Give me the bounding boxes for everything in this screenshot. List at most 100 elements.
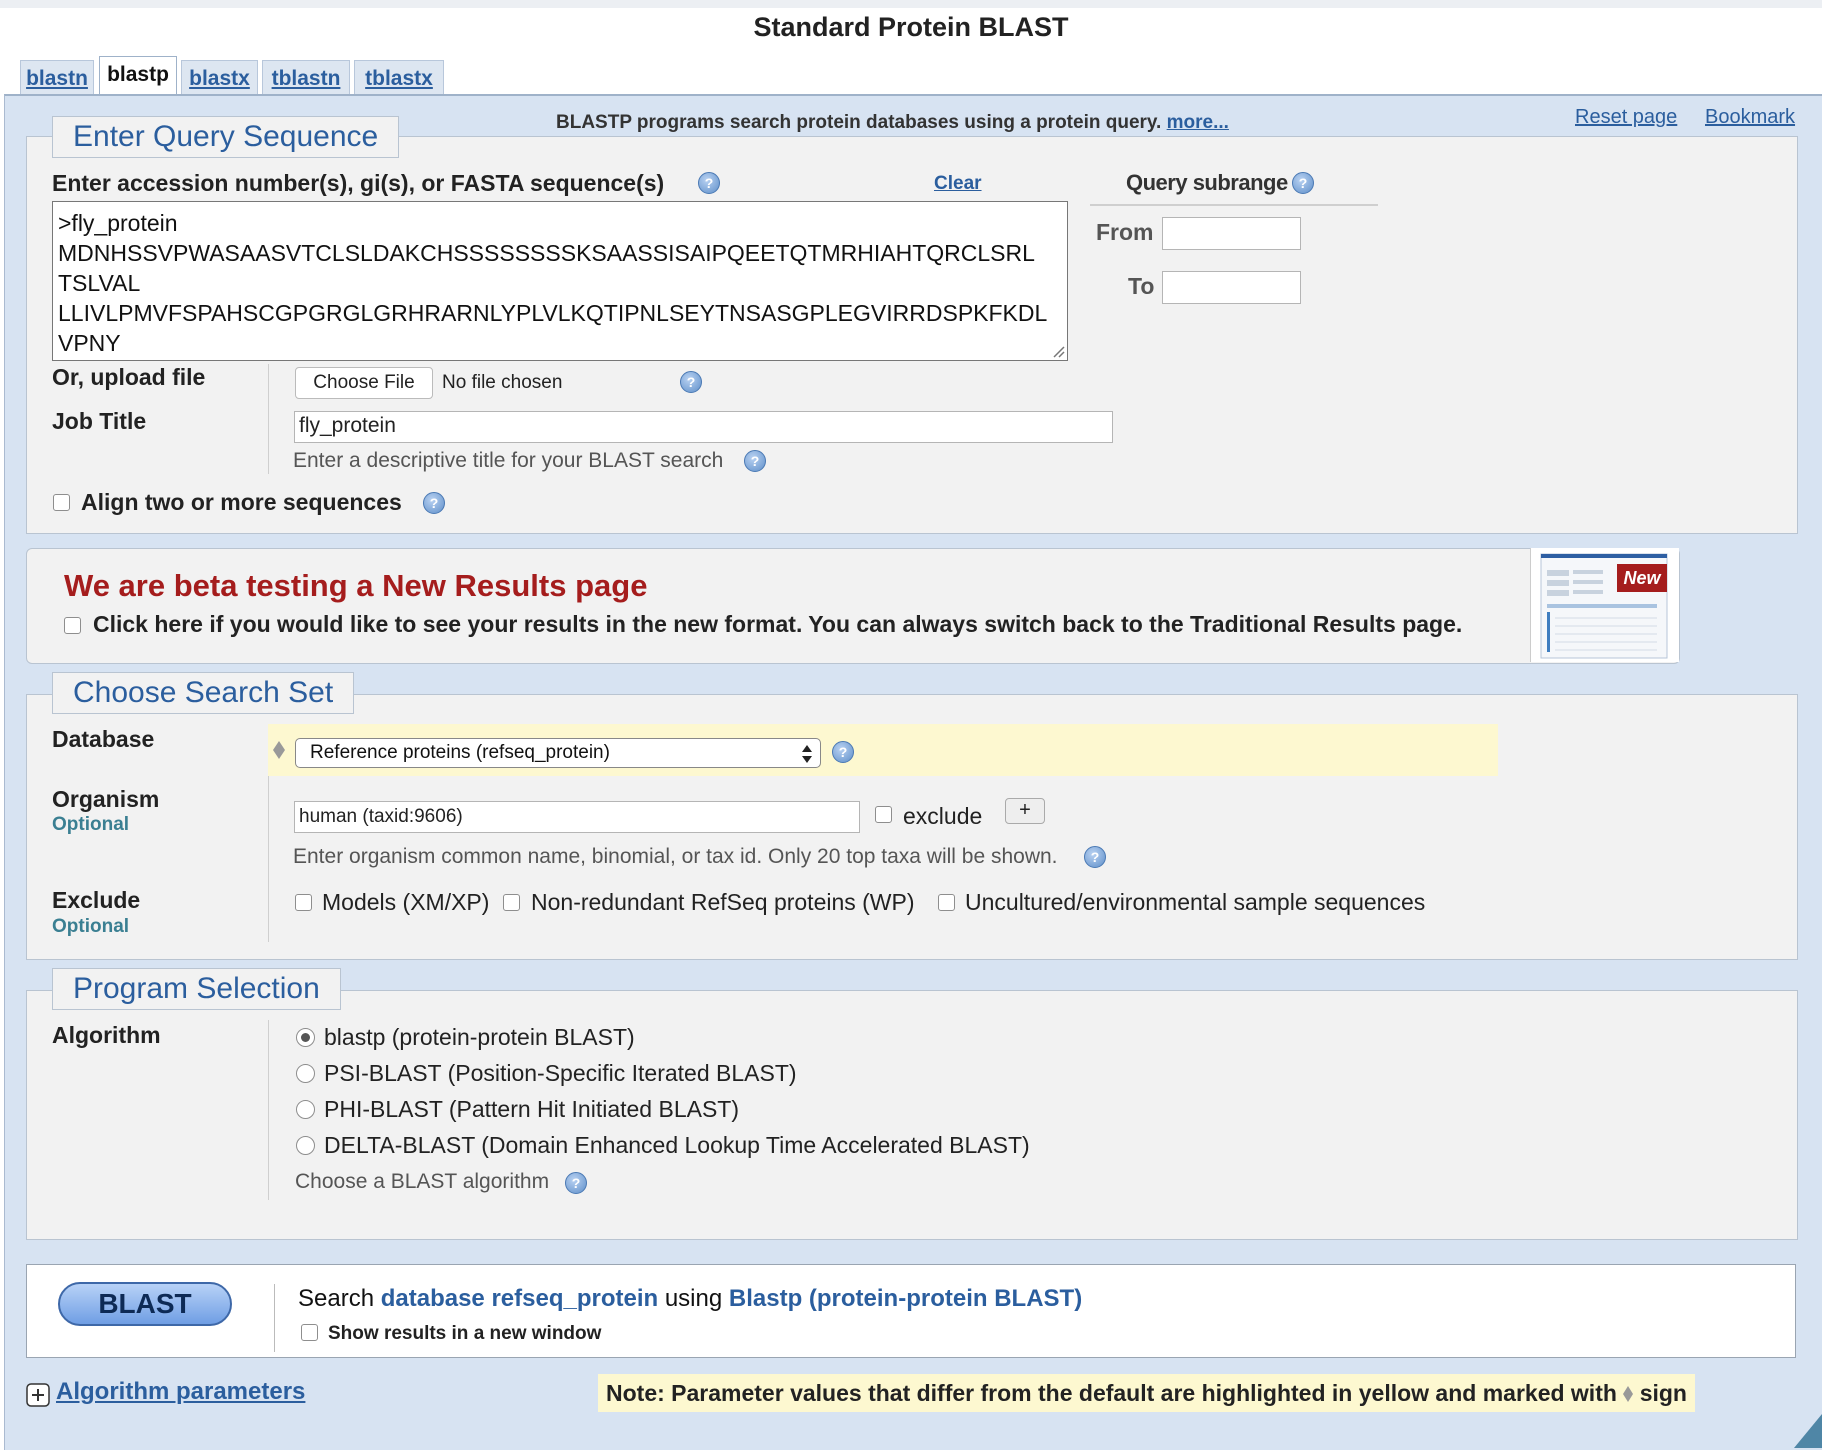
algorithm-radio-deltablast[interactable]	[296, 1136, 315, 1155]
page-title: Standard Protein BLAST	[753, 12, 1069, 42]
help-icon[interactable]: ?	[698, 172, 720, 194]
new-results-label: Click here if you would like to see your…	[93, 611, 1463, 637]
algorithm-label: Algorithm	[52, 1022, 161, 1048]
upload-file-label: Or, upload file	[52, 364, 206, 390]
sequence-line: VPNY	[58, 330, 121, 356]
sequence-line: LLIVLPMVFSPAHSCGPGRGLGRHRARNLYPLVLKQTIPN…	[58, 300, 1048, 326]
tab-blastp[interactable]: blastp	[99, 56, 177, 98]
help-icon[interactable]: ?	[565, 1172, 587, 1194]
tab-tblastx[interactable]: tblastx	[354, 60, 444, 96]
parameter-note: Note: Parameter values that differ from …	[598, 1374, 1695, 1412]
search-set-legend: Choose Search Set	[52, 672, 355, 714]
new-badge: New	[1617, 564, 1667, 592]
corner-icon	[1794, 1414, 1822, 1448]
database-select-value: Reference proteins (refseq_protein)	[310, 742, 610, 763]
query-input-label: Enter accession number(s), gi(s), or FAS…	[52, 170, 665, 196]
resize-handle-icon[interactable]	[1051, 344, 1065, 358]
select-arrows-icon	[802, 745, 812, 763]
beta-banner	[26, 548, 1680, 664]
program-description: BLASTP programs search protein databases…	[556, 112, 1229, 134]
new-results-thumbnail: New	[1530, 548, 1679, 662]
new-window-label: Show results in a new window	[328, 1323, 602, 1344]
clear-link[interactable]: Clear	[934, 173, 982, 195]
search-summary: Search database refseq_protein using Bla…	[298, 1285, 1082, 1313]
label-column-divider	[268, 1020, 269, 1200]
exclude-wp-label: Non-redundant RefSeq proteins (WP)	[531, 889, 915, 915]
query-subrange-title: Query subrange	[1126, 170, 1288, 195]
exclude-models-label: Models (XM/XP)	[322, 889, 490, 915]
help-icon[interactable]: ?	[423, 492, 445, 514]
to-input[interactable]	[1162, 271, 1301, 304]
organism-optional-label: Optional	[52, 814, 130, 835]
job-title-hint: Enter a descriptive title for your BLAST…	[293, 449, 724, 472]
align-sequences-label: Align two or more sequences	[81, 489, 402, 515]
job-title-label: Job Title	[52, 408, 147, 434]
diamond-marker-icon	[1623, 1386, 1634, 1402]
algorithm-radio-psiblast[interactable]	[296, 1064, 315, 1083]
exclude-organism-checkbox[interactable]	[875, 806, 892, 823]
from-label: From	[1096, 219, 1154, 245]
sequence-line: MDNHSSVPWASAASVTCLSLDAKCHSSSSSSSSKSAASSI…	[58, 240, 1035, 266]
submit-divider	[274, 1284, 275, 1352]
exclude-models-checkbox[interactable]	[295, 894, 312, 911]
note-suffix: sign	[1639, 1380, 1687, 1406]
choose-file-button[interactable]: Choose File	[295, 367, 433, 399]
new-results-checkbox[interactable]	[64, 617, 81, 634]
summary-database: database refseq_protein	[380, 1285, 659, 1312]
organism-label: Organism	[52, 786, 160, 812]
plus-expand-icon[interactable]	[26, 1383, 50, 1407]
beta-heading: We are beta testing a New Results page	[64, 568, 648, 603]
reset-page-link[interactable]: Reset page	[1575, 106, 1677, 129]
using-word: using	[664, 1285, 723, 1312]
tab-tblastn[interactable]: tblastn	[262, 60, 350, 96]
organism-input[interactable]: human (taxid:9606)	[294, 801, 860, 833]
help-icon[interactable]: ?	[1084, 846, 1106, 868]
exclude-label: Exclude	[52, 887, 141, 913]
exclude-organism-label: exclude	[903, 803, 983, 829]
database-label: Database	[52, 726, 155, 752]
new-window-checkbox[interactable]	[301, 1324, 318, 1341]
exclude-uncultured-checkbox[interactable]	[938, 894, 955, 911]
algorithm-parameters-link[interactable]: Algorithm parameters	[56, 1378, 305, 1406]
algorithm-option-label: PHI-BLAST (Pattern Hit Initiated BLAST)	[324, 1096, 740, 1122]
help-icon[interactable]: ?	[744, 450, 766, 472]
to-label: To	[1128, 273, 1155, 299]
search-word: Search	[298, 1285, 375, 1312]
algorithm-option-label: DELTA-BLAST (Domain Enhanced Lookup Time…	[324, 1132, 1030, 1158]
no-file-chosen-text: No file chosen	[442, 372, 563, 393]
tab-blastx[interactable]: blastx	[181, 60, 258, 96]
query-sequence-textarea[interactable]: >fly_protein MDNHSSVPWASAASVTCLSLDAKCHSS…	[52, 201, 1068, 361]
exclude-optional-label: Optional	[52, 916, 130, 937]
algorithm-option-label: PSI-BLAST (Position-Specific Iterated BL…	[324, 1060, 797, 1086]
blast-submit-button[interactable]: BLAST	[58, 1282, 232, 1326]
job-title-input[interactable]: fly_protein	[294, 411, 1113, 443]
exclude-wp-checkbox[interactable]	[503, 894, 520, 911]
top-strip	[0, 0, 1822, 8]
program-legend: Program Selection	[52, 968, 341, 1010]
bookmark-link[interactable]: Bookmark	[1705, 106, 1795, 129]
algorithm-hint: Choose a BLAST algorithm	[295, 1170, 550, 1193]
query-legend: Enter Query Sequence	[52, 116, 400, 158]
tab-blastn[interactable]: blastn	[20, 60, 94, 96]
subrange-divider	[1090, 204, 1378, 206]
database-select[interactable]: Reference proteins (refseq_protein)	[295, 738, 821, 768]
from-input[interactable]	[1162, 217, 1301, 250]
more-link[interactable]: more...	[1167, 112, 1229, 133]
description-text: BLASTP programs search protein databases…	[556, 112, 1162, 133]
algorithm-option-label: blastp (protein-protein BLAST)	[324, 1024, 635, 1050]
program-tabs: blastn blastp blastx tblastn tblastx	[0, 56, 1822, 98]
program-panel	[26, 990, 1798, 1240]
algorithm-radio-blastp[interactable]	[296, 1028, 315, 1047]
align-sequences-checkbox[interactable]	[53, 494, 70, 511]
help-icon[interactable]: ?	[680, 371, 702, 393]
sequence-line: TSLVAL	[58, 270, 141, 296]
help-icon[interactable]: ?	[1292, 172, 1314, 194]
help-icon[interactable]: ?	[832, 741, 854, 763]
label-column-divider	[268, 364, 269, 474]
note-prefix: Note: Parameter values that differ from …	[606, 1380, 1617, 1406]
algorithm-radio-phiblast[interactable]	[296, 1100, 315, 1119]
add-organism-button[interactable]: +	[1005, 798, 1045, 824]
summary-program: Blastp (protein-protein BLAST)	[728, 1285, 1083, 1312]
organism-hint: Enter organism common name, binomial, or…	[293, 845, 1058, 868]
diamond-marker-icon	[273, 741, 285, 759]
